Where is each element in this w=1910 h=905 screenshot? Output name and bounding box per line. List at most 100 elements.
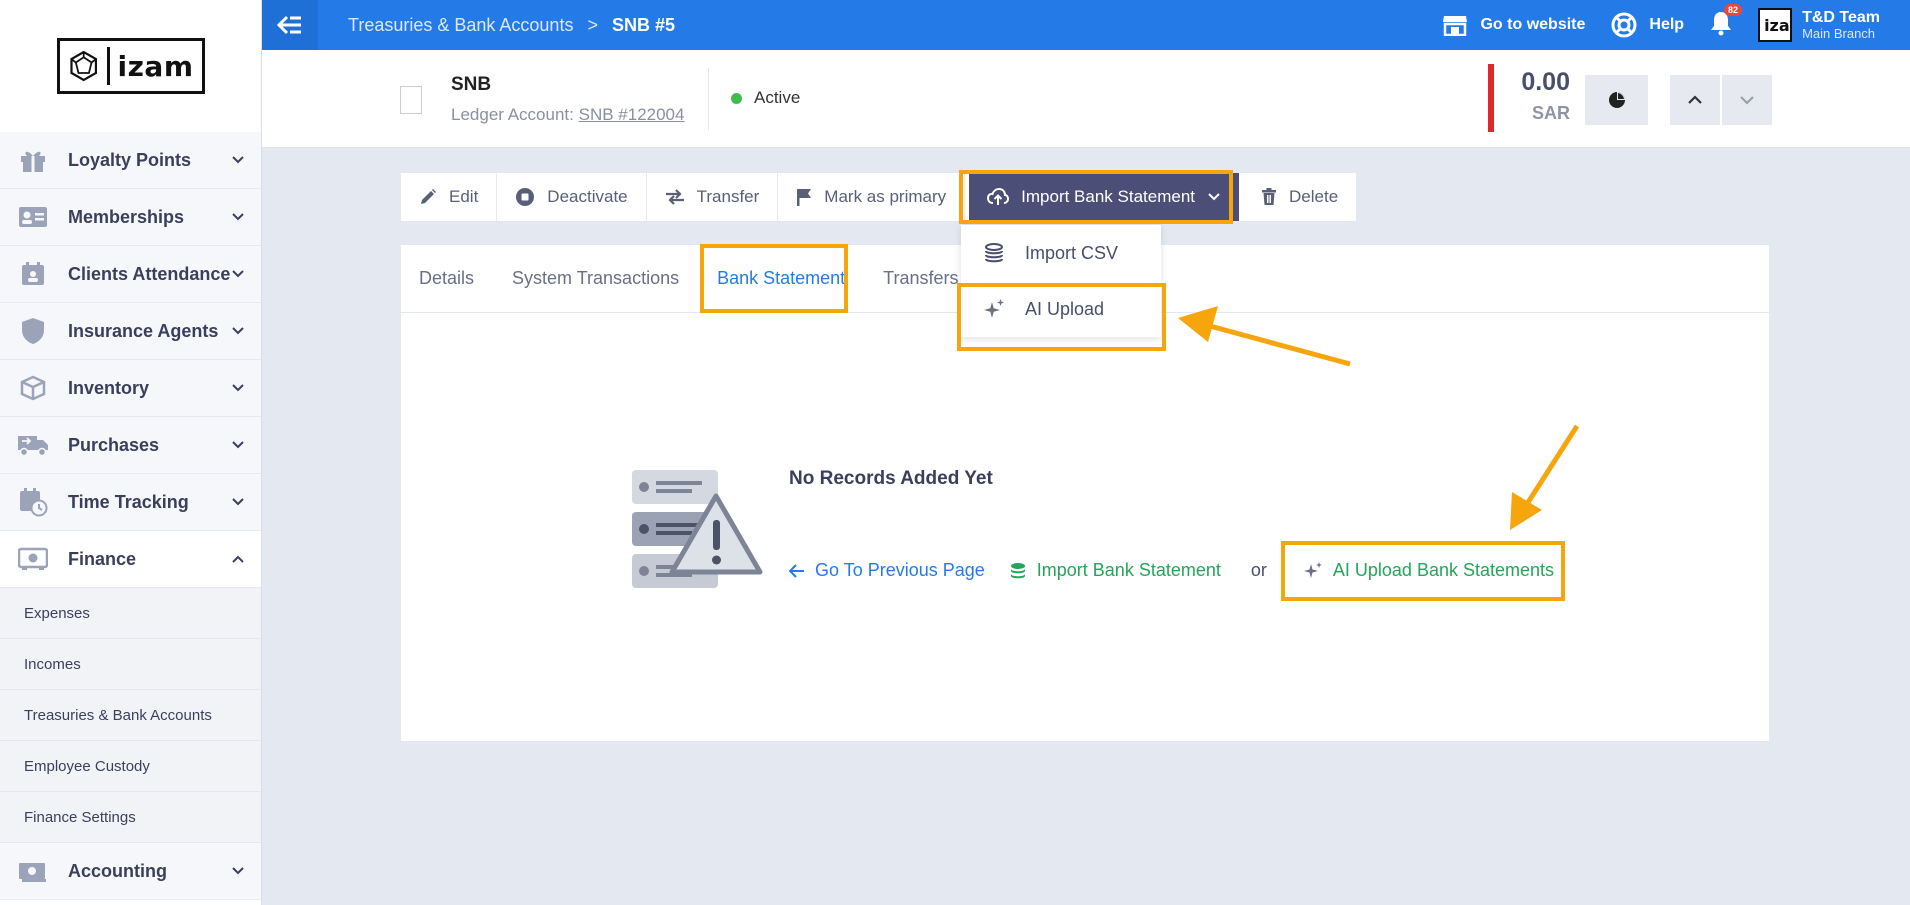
sidebar-item-label: Time Tracking <box>68 491 189 512</box>
tab-system-transactions[interactable]: System Transactions <box>512 268 679 289</box>
sidebar-item-label: Clients Attendance <box>68 263 231 284</box>
user-name: T&D Team <box>1802 8 1880 26</box>
sidebar-subitem-incomes[interactable]: Incomes <box>0 639 261 690</box>
balance-currency: SAR <box>1531 103 1570 123</box>
truck-icon <box>16 430 50 460</box>
delete-label: Delete <box>1289 187 1339 206</box>
edit-button[interactable]: Edit <box>401 173 498 221</box>
import-csv-menu-item[interactable]: Import CSV <box>961 225 1161 281</box>
delete-button[interactable]: Delete <box>1243 173 1356 221</box>
sidebar-item-finance[interactable]: Finance <box>0 531 261 588</box>
trash-icon <box>1262 188 1277 205</box>
deactivate-label: Deactivate <box>547 187 628 206</box>
sidebar-item-insurance-agents[interactable]: Insurance Agents <box>0 303 261 360</box>
sidebar-item-loyalty-points[interactable]: Loyalty Points <box>0 132 261 189</box>
user-avatar: iza <box>1758 8 1793 42</box>
account-image <box>400 86 422 114</box>
import-bank-statement-link[interactable]: Import Bank Statement <box>1009 560 1221 581</box>
chevron-down-icon <box>232 213 244 221</box>
mark-as-primary-button[interactable]: Mark as primary <box>778 173 966 221</box>
chevron-down-icon <box>232 441 244 449</box>
sidebar-subitem-treasuries[interactable]: Treasuries & Bank Accounts <box>0 690 261 741</box>
sidebar-item-label: Insurance Agents <box>68 320 219 341</box>
logo-divider <box>106 47 110 85</box>
chevron-down-icon <box>1740 96 1754 105</box>
sidebar-subitem-employee-custody[interactable]: Employee Custody <box>0 741 261 792</box>
money-icon <box>16 856 50 886</box>
chevron-up-icon <box>1688 95 1702 104</box>
user-branch: Main Branch <box>1802 25 1876 41</box>
sidebar: izam Loyalty Points Memberships Clients … <box>0 0 262 905</box>
transfer-button[interactable]: Transfer <box>647 173 779 221</box>
calendar-user-icon <box>16 259 50 289</box>
notification-badge: 82 <box>1724 3 1743 16</box>
logo-mark-icon <box>69 50 97 82</box>
status-label: Active <box>754 88 801 107</box>
arrow-left-icon <box>277 15 301 35</box>
back-button[interactable] <box>262 0 318 50</box>
help-link[interactable]: Help <box>1611 12 1684 38</box>
breadcrumb-current: SNB #5 <box>611 14 675 35</box>
sidebar-item-inventory[interactable]: Inventory <box>0 360 261 417</box>
go-to-website-label: Go to website <box>1480 16 1586 33</box>
sidebar-item-accounting[interactable]: Accounting <box>0 843 261 900</box>
sidebar-item-clients-attendance[interactable]: Clients Attendance <box>0 246 261 303</box>
pie-chart-icon <box>1608 92 1625 108</box>
user-menu[interactable]: iza T&D Team Main Branch <box>1758 8 1880 42</box>
chevron-down-icon <box>232 270 244 278</box>
highlight-ai-upload-link <box>1281 541 1565 601</box>
go-to-previous-page-link[interactable]: Go To Previous Page <box>789 560 985 581</box>
sidebar-item-memberships[interactable]: Memberships <box>0 189 261 246</box>
izam-logo[interactable]: izam <box>56 38 205 94</box>
sidebar-subitem-expenses[interactable]: Expenses <box>0 588 261 639</box>
status-badge: Active <box>731 88 800 108</box>
account-name: SNB <box>451 74 492 95</box>
import-csv-label: Import CSV <box>1025 242 1119 263</box>
tab-transfers[interactable]: Transfers <box>883 268 958 289</box>
logo-text: izam <box>117 49 194 83</box>
balance-indicator <box>1488 64 1494 132</box>
chevron-down-icon <box>232 327 244 335</box>
sidebar-item-label: Inventory <box>68 377 150 398</box>
sidebar-item-label: Accounting <box>68 860 167 881</box>
go-to-website-link[interactable]: Go to website <box>1442 14 1585 36</box>
breadcrumb-parent[interactable]: Treasuries & Bank Accounts <box>348 15 573 36</box>
chart-button[interactable] <box>1585 75 1648 125</box>
status-dot <box>731 92 742 104</box>
balance-amount: 0.00 <box>1521 68 1570 96</box>
gift-icon <box>16 145 50 175</box>
sidebar-item-purchases[interactable]: Purchases <box>0 417 261 474</box>
deactivate-button[interactable]: Deactivate <box>497 173 647 221</box>
id-card-icon <box>16 202 50 232</box>
tab-details[interactable]: Details <box>419 268 474 289</box>
next-record-button[interactable] <box>1722 75 1772 125</box>
lifebuoy-icon <box>1611 12 1637 38</box>
finance-submenu: Expenses Incomes Treasuries & Bank Accou… <box>0 588 261 843</box>
safe-icon <box>16 544 50 574</box>
pencil-icon <box>421 189 436 204</box>
highlight-ai-upload <box>957 283 1166 351</box>
box-icon <box>16 373 50 403</box>
sidebar-item-time-tracking[interactable]: Time Tracking <box>0 474 261 531</box>
topbar-right: Go to website Help 82 iza T&D Team Main … <box>1442 0 1910 50</box>
ledger-label: Ledger Account: <box>451 105 574 124</box>
sidebar-item-label: Purchases <box>68 434 160 455</box>
sidebar-subitem-finance-settings[interactable]: Finance Settings <box>0 792 261 843</box>
empty-records-illustration <box>632 470 763 588</box>
mark-as-primary-label: Mark as primary <box>824 187 947 206</box>
database-import-icon <box>1010 562 1025 578</box>
help-label: Help <box>1649 16 1685 33</box>
import-statement-label: Import Bank Statement <box>1036 560 1221 580</box>
sidebar-item-label: Memberships <box>68 206 185 227</box>
account-header: SNB Ledger Account: SNB #122004 Active 0… <box>262 50 1910 148</box>
ledger-account: Ledger Account: SNB #122004 <box>451 105 684 125</box>
calendar-clock-icon <box>16 487 50 517</box>
notifications-button[interactable]: 82 <box>1710 3 1743 41</box>
ledger-account-link[interactable]: SNB #122004 <box>579 105 685 124</box>
previous-record-button[interactable] <box>1670 75 1720 125</box>
edit-label: Edit <box>449 187 479 206</box>
arrow-left-icon <box>789 563 804 578</box>
shield-icon <box>16 316 50 346</box>
chevron-up-icon <box>232 555 244 563</box>
logo-area: izam <box>0 0 261 132</box>
